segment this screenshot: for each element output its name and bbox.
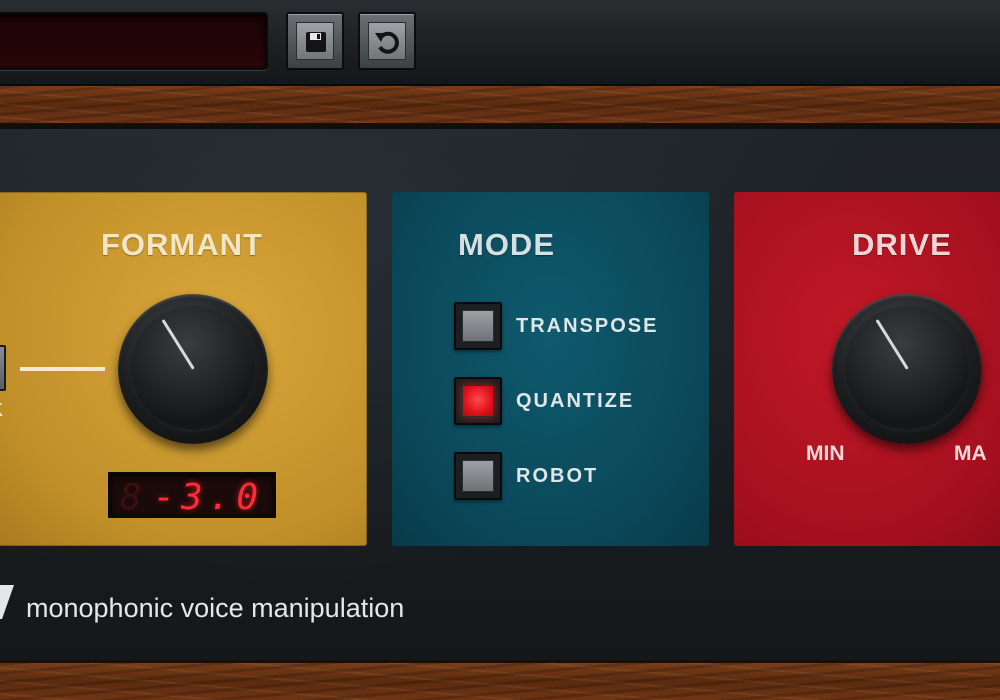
formant-section: FORMANT K 8 -3.0 bbox=[0, 192, 367, 546]
transpose-label: TRANSPOSE bbox=[516, 315, 659, 337]
quantize-label: QUANTIZE bbox=[516, 390, 635, 412]
drive-title: DRIVE bbox=[852, 227, 952, 262]
logo-fragment-icon bbox=[0, 585, 14, 619]
save-icon bbox=[296, 22, 334, 60]
drive-knob-pointer bbox=[875, 319, 909, 370]
formant-value-display: 8 -3.0 bbox=[108, 472, 276, 518]
preset-display[interactable] bbox=[0, 12, 268, 70]
plugin-panel: FORMANT K 8 -3.0 MODE TRANSPOSE QUANTIZE… bbox=[0, 129, 1000, 660]
formant-value: -3.0 bbox=[153, 477, 264, 518]
transpose-button[interactable] bbox=[454, 302, 502, 350]
wood-trim-bottom bbox=[0, 660, 1000, 700]
drive-section: DRIVE MIN MA bbox=[734, 192, 1000, 546]
mode-option-robot[interactable]: ROBOT bbox=[454, 452, 694, 500]
formant-link-button[interactable] bbox=[0, 345, 6, 391]
mode-option-quantize[interactable]: QUANTIZE bbox=[454, 377, 694, 425]
robot-button[interactable] bbox=[454, 452, 502, 500]
wood-trim-top bbox=[0, 86, 1000, 126]
mode-section: MODE TRANSPOSE QUANTIZE ROBOT bbox=[392, 192, 709, 546]
formant-knob-pointer bbox=[161, 319, 195, 370]
undo-button[interactable] bbox=[358, 12, 416, 70]
formant-knob[interactable] bbox=[118, 294, 268, 444]
drive-knob[interactable] bbox=[832, 294, 982, 444]
quantize-button[interactable] bbox=[454, 377, 502, 425]
tagline: monophonic voice manipulation bbox=[26, 593, 405, 623]
formant-link-line bbox=[20, 367, 105, 371]
undo-icon bbox=[368, 22, 406, 60]
led-ghost-digit: 8 bbox=[120, 477, 142, 518]
mode-option-transpose[interactable]: TRANSPOSE bbox=[454, 302, 694, 350]
toolbar bbox=[0, 0, 1000, 86]
drive-min-label: MIN bbox=[806, 442, 845, 465]
robot-label: ROBOT bbox=[516, 465, 599, 487]
formant-link-label: K bbox=[0, 400, 3, 421]
mode-title: MODE bbox=[458, 227, 555, 262]
formant-title: FORMANT bbox=[101, 227, 263, 262]
save-button[interactable] bbox=[286, 12, 344, 70]
drive-max-label: MA bbox=[954, 442, 987, 465]
